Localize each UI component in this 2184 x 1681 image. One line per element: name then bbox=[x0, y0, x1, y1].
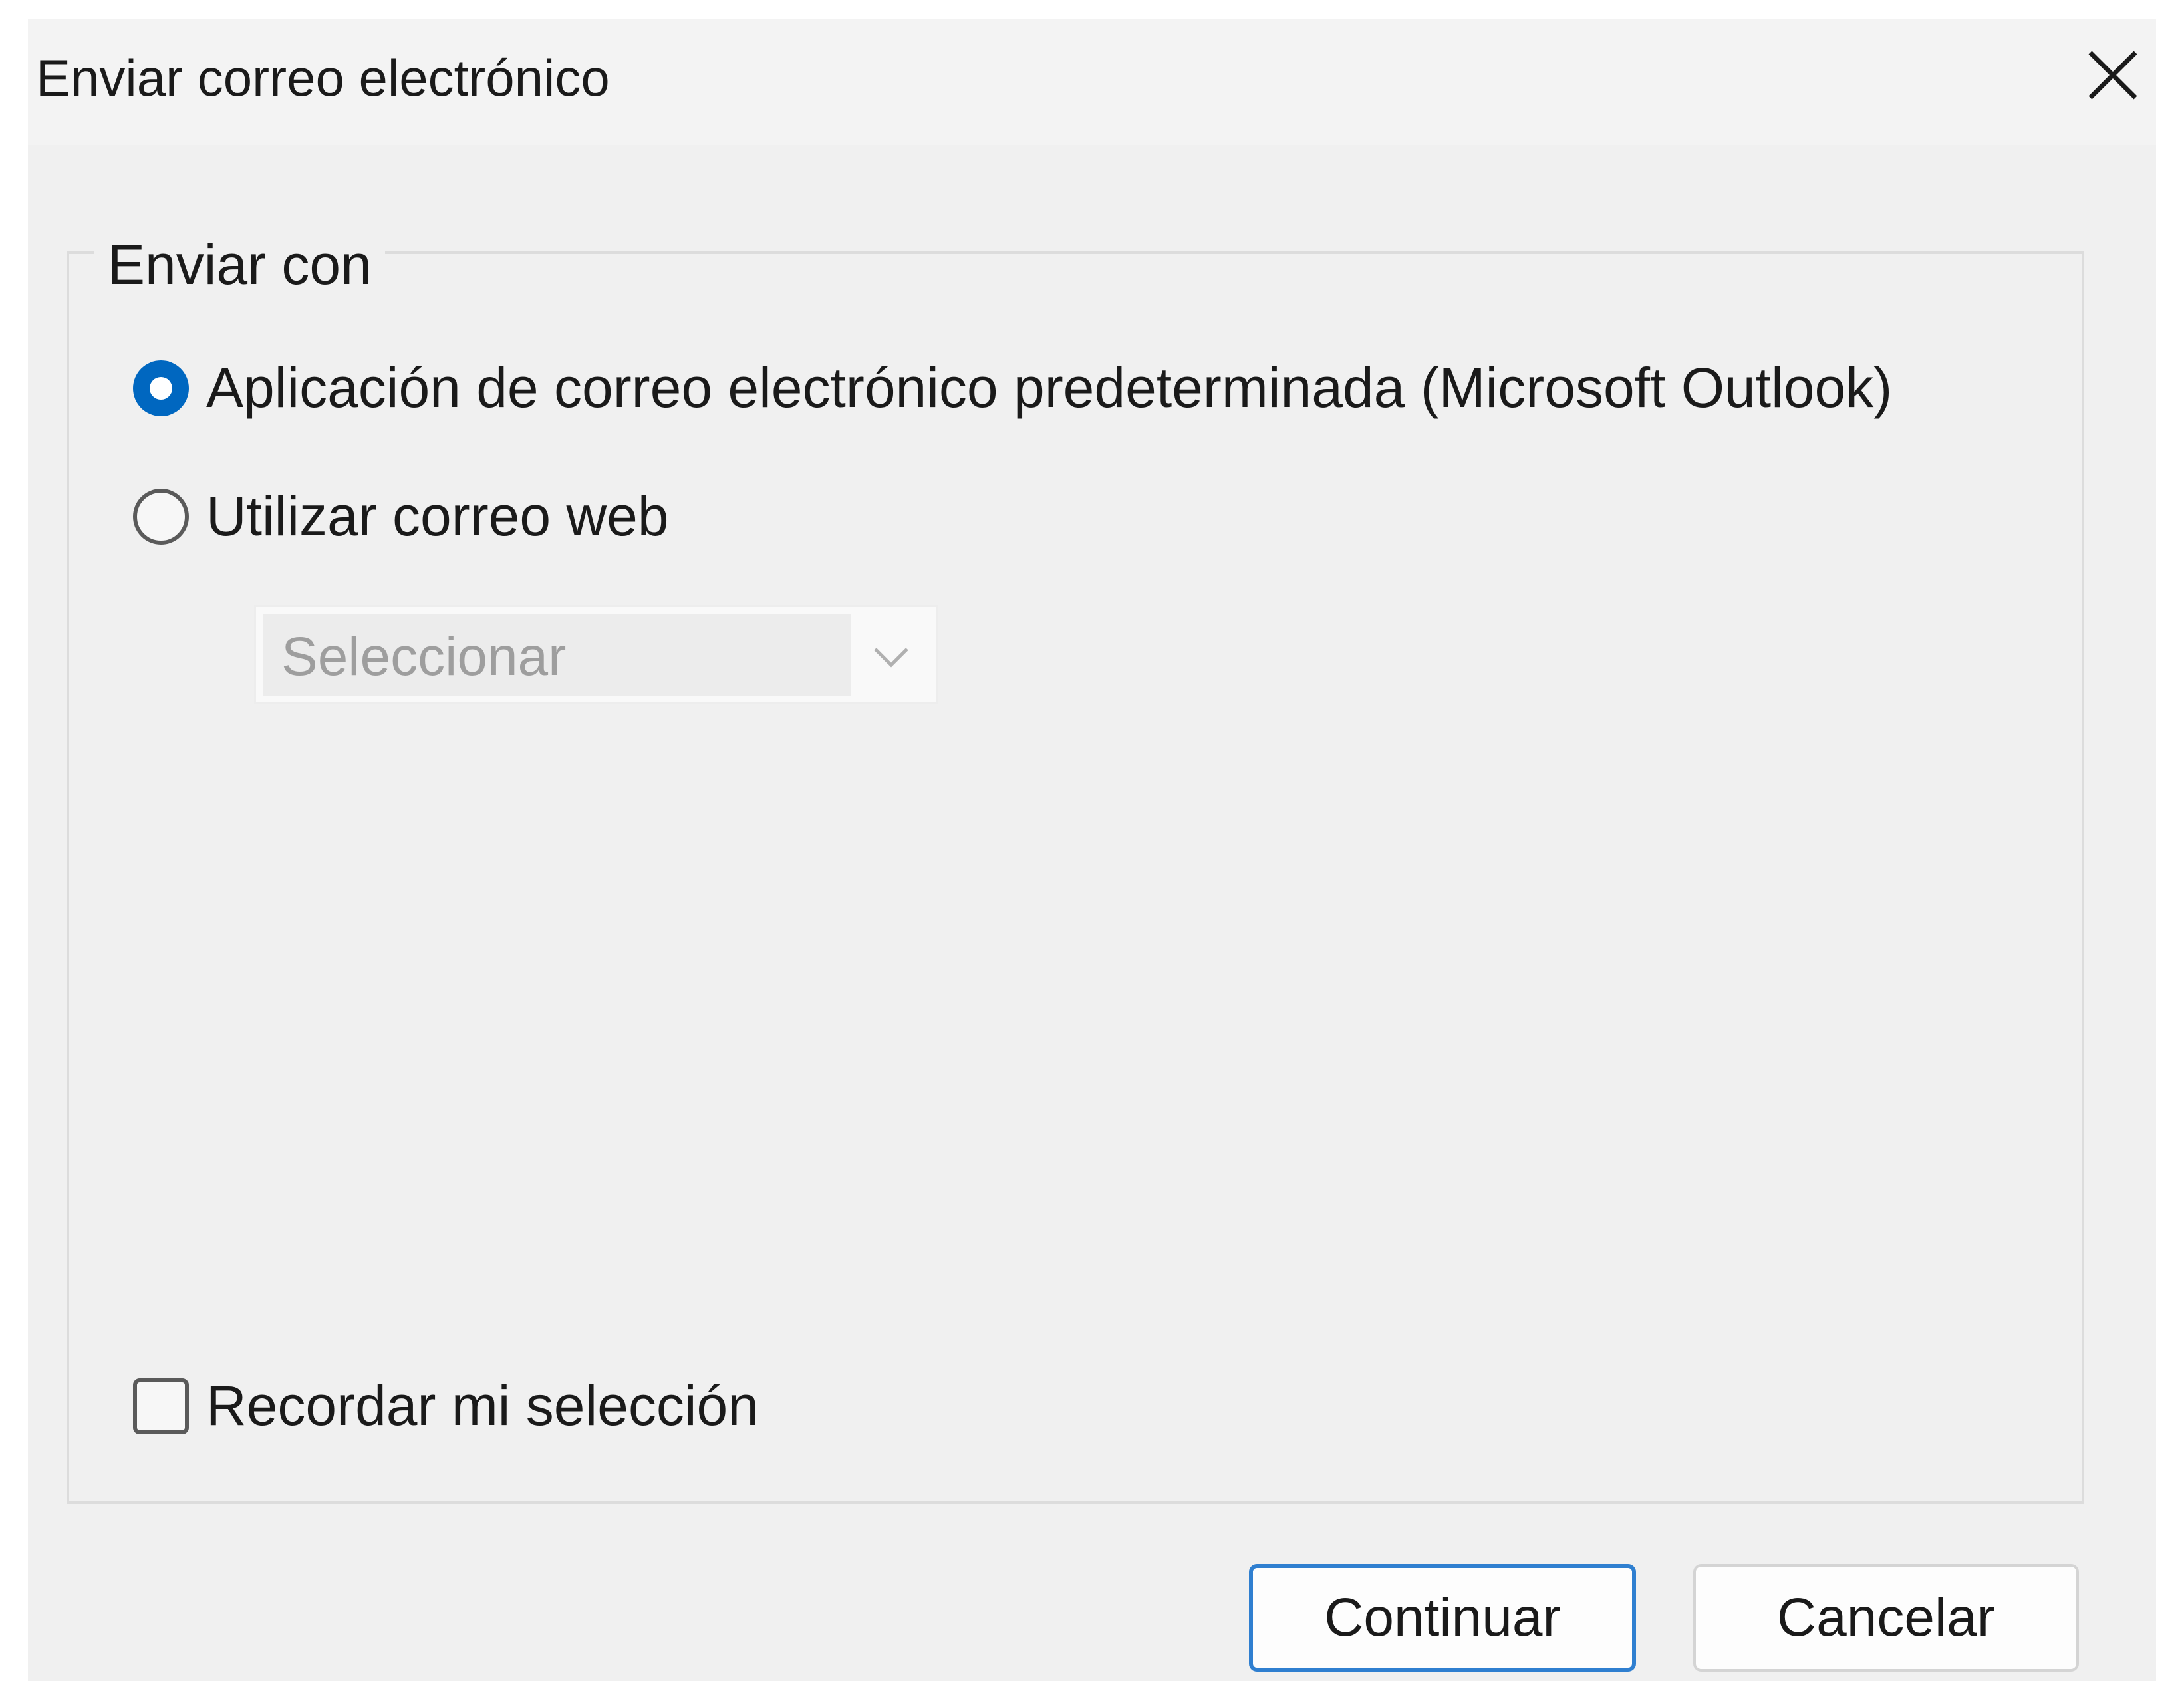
close-icon bbox=[2088, 51, 2137, 100]
close-button[interactable] bbox=[2076, 39, 2149, 112]
webmail-select-field: Seleccionar bbox=[263, 614, 851, 696]
webmail-label: Utilizar correo web bbox=[206, 485, 669, 547]
remember-selection-option[interactable]: Recordar mi selección bbox=[133, 1374, 759, 1438]
title-bar: Enviar correo electrónico bbox=[28, 19, 2156, 145]
send-email-dialog: Enviar correo electrónico Enviar con Apl… bbox=[28, 19, 2156, 1681]
send-with-legend: Enviar con bbox=[94, 233, 385, 297]
webmail-option[interactable]: Utilizar correo web bbox=[133, 484, 669, 549]
continue-button[interactable]: Continuar bbox=[1249, 1564, 1636, 1672]
radio-selected-dot bbox=[150, 376, 172, 400]
dialog-title: Enviar correo electrónico bbox=[36, 49, 610, 107]
remember-selection-label: Recordar mi selección bbox=[206, 1374, 759, 1437]
webmail-radio[interactable] bbox=[133, 488, 189, 545]
default-mail-app-option[interactable]: Aplicación de correo electrónico predete… bbox=[133, 356, 1892, 420]
cancel-button[interactable]: Cancelar bbox=[1693, 1564, 2079, 1672]
remember-selection-checkbox[interactable] bbox=[133, 1378, 189, 1434]
webmail-select[interactable]: Seleccionar bbox=[254, 605, 938, 704]
default-mail-app-radio[interactable] bbox=[133, 360, 189, 416]
send-with-groupbox bbox=[67, 251, 2084, 1504]
chevron-down-icon[interactable] bbox=[861, 627, 921, 687]
webmail-select-value: Seleccionar bbox=[281, 626, 567, 687]
default-mail-app-label: Aplicación de correo electrónico predete… bbox=[206, 356, 1893, 419]
